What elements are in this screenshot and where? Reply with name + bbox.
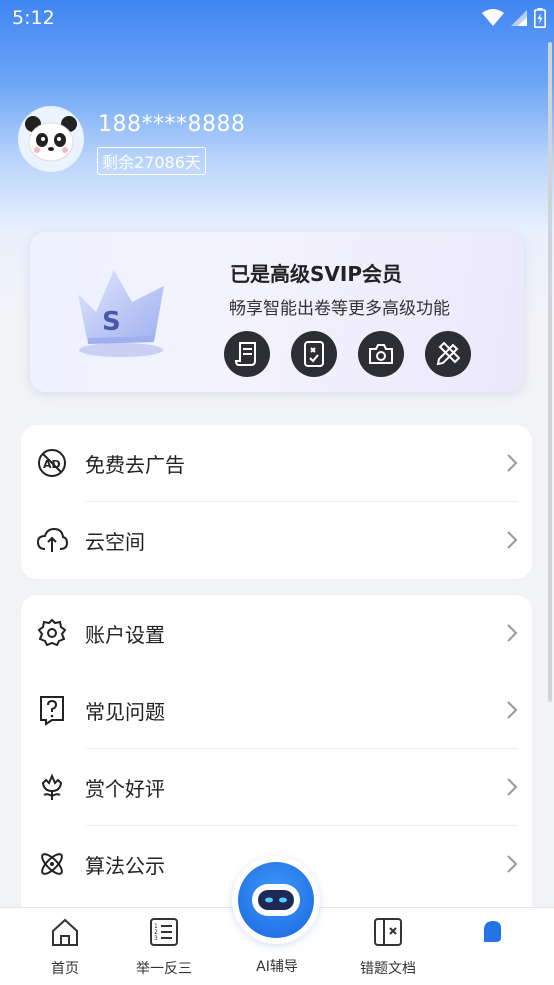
menu-label: 算法公示 (85, 854, 165, 878)
cloud-upload-icon (36, 527, 68, 552)
tab-wrong-questions[interactable]: 错题文档 (356, 916, 420, 978)
tab-mine[interactable] (472, 916, 512, 952)
question-icon (40, 696, 64, 726)
crown-icon: S (78, 270, 164, 357)
chevron-right-icon (507, 454, 518, 472)
menu-label: 云空间 (85, 530, 145, 554)
chevron-right-icon (507, 624, 518, 642)
panda-icon (25, 116, 77, 162)
wrong-doc-icon (374, 918, 402, 946)
membership-days-badge: 剩余27086天 (97, 147, 206, 175)
document-icon[interactable] (224, 331, 270, 377)
svg-text:S: S (102, 307, 121, 337)
ai-tutor-button[interactable] (232, 856, 320, 944)
tab-ai-label-wrap[interactable]: AI辅导 (246, 956, 308, 976)
chevron-right-icon (507, 531, 518, 549)
user-phone: 188****8888 (98, 112, 246, 137)
vip-card[interactable]: S 已是高级SVIP会员 畅享智能出卷等更多高级功能 (30, 232, 524, 392)
menu-label: 赏个好评 (85, 777, 165, 801)
chevron-right-icon (507, 855, 518, 873)
flower-icon (41, 773, 63, 800)
camera-icon[interactable] (358, 331, 404, 377)
tab-label: 首页 (51, 961, 79, 977)
status-bar: 5:12 (0, 0, 554, 38)
list-icon: 123 (150, 918, 178, 946)
menu-item-remove-ads[interactable]: AD 免费去广告 (21, 425, 532, 502)
tab-label: AI辅导 (256, 959, 298, 975)
signal-icon (511, 10, 527, 26)
menu-item-rate-us[interactable]: 赏个好评 (21, 749, 532, 826)
tab-home[interactable]: 首页 (40, 916, 90, 978)
vip-title: 已是高级SVIP会员 (230, 262, 402, 286)
vip-feature-icons (224, 331, 471, 377)
status-time: 5:12 (12, 7, 55, 29)
menu-label: 免费去广告 (85, 453, 185, 477)
menu-label: 常见问题 (85, 700, 165, 724)
settings-icon (37, 618, 67, 647)
chevron-right-icon (507, 701, 518, 719)
scrollbar[interactable] (548, 42, 552, 702)
robot-icon (238, 862, 314, 938)
tab-analogy[interactable]: 123 举一反三 (126, 916, 202, 978)
vip-subtitle: 畅享智能出卷等更多高级功能 (229, 299, 450, 319)
home-icon (52, 918, 78, 946)
menu-item-account-settings[interactable]: 账户设置 (21, 595, 532, 672)
battery-icon (534, 8, 546, 28)
menu-item-faq[interactable]: 常见问题 (21, 672, 532, 749)
status-icons (482, 8, 546, 28)
mine-icon (484, 921, 501, 942)
avatar[interactable] (18, 106, 84, 172)
atom-icon (41, 853, 63, 875)
menu-group-1: AD 免费去广告 云空间 (21, 425, 532, 579)
tab-label: 举一反三 (136, 961, 192, 977)
chevron-right-icon (507, 778, 518, 796)
svg-text:3: 3 (154, 935, 158, 942)
pencil-ruler-icon[interactable] (425, 331, 471, 377)
menu-label: 账户设置 (85, 623, 165, 647)
no-ad-icon: AD (38, 449, 66, 477)
wifi-icon (482, 9, 504, 26)
tab-label: 错题文档 (360, 961, 416, 977)
exam-paper-icon[interactable] (291, 331, 337, 377)
menu-item-cloud-space[interactable]: 云空间 (21, 502, 532, 579)
